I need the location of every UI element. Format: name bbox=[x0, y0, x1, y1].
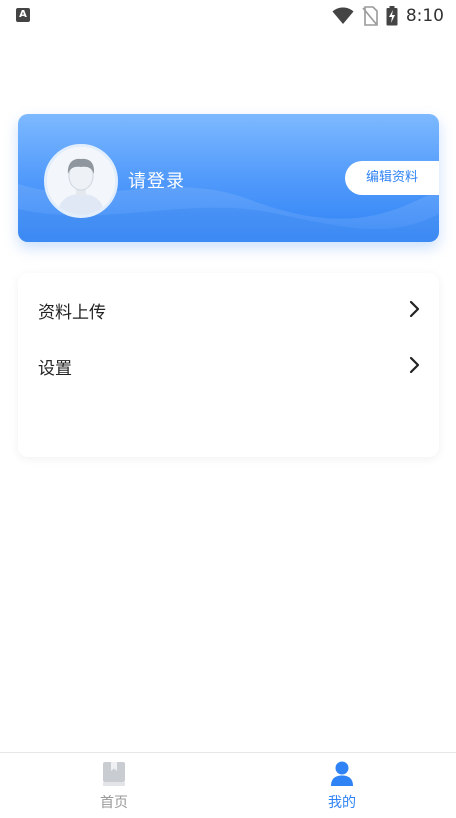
menu-card: 资料上传 设置 bbox=[18, 273, 439, 457]
status-icons: 8:10 bbox=[332, 4, 444, 28]
bottom-nav: 首页 我的 bbox=[0, 752, 456, 818]
nav-item-mine[interactable]: 我的 bbox=[228, 753, 456, 818]
edit-profile-button[interactable]: 编辑资料 bbox=[345, 161, 439, 195]
battery-charging-icon bbox=[386, 6, 398, 26]
menu-item-settings[interactable]: 设置 bbox=[18, 342, 439, 388]
status-bar: A 8:10 bbox=[0, 0, 456, 32]
nav-label-mine: 我的 bbox=[328, 795, 356, 811]
login-prompt[interactable]: 请登录 bbox=[128, 167, 185, 193]
status-time: 8:10 bbox=[405, 6, 444, 26]
menu-item-label: 设置 bbox=[38, 359, 72, 379]
profile-card[interactable]: 请登录 编辑资料 bbox=[18, 114, 439, 242]
menu-item-data-upload[interactable]: 资料上传 bbox=[18, 286, 439, 332]
default-avatar-icon bbox=[47, 147, 115, 215]
book-icon bbox=[103, 762, 125, 786]
nav-item-home[interactable]: 首页 bbox=[0, 753, 228, 818]
nav-label-home: 首页 bbox=[100, 795, 128, 811]
chevron-right-icon bbox=[409, 356, 420, 374]
no-sim-icon bbox=[362, 6, 378, 26]
notification-app-icon: A bbox=[16, 8, 30, 22]
wifi-icon bbox=[332, 7, 354, 24]
menu-item-label: 资料上传 bbox=[38, 303, 106, 323]
chevron-right-icon bbox=[409, 300, 420, 318]
person-icon bbox=[331, 761, 353, 786]
avatar[interactable] bbox=[44, 144, 118, 218]
